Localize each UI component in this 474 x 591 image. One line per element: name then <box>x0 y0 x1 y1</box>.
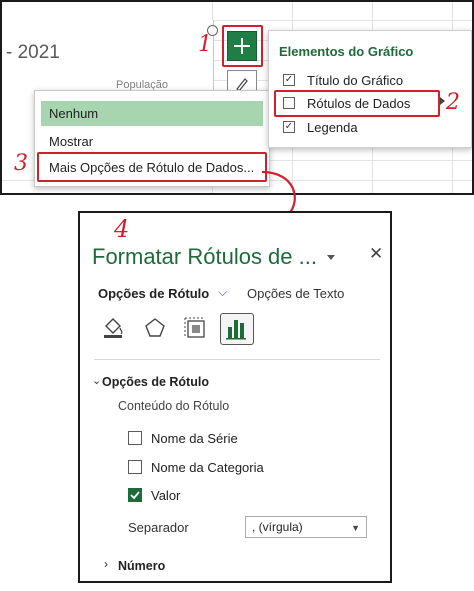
annotation-box-3 <box>37 152 267 182</box>
element-row-legend[interactable]: ✓ Legenda <box>283 118 358 136</box>
separator-dropdown[interactable]: , (vírgula) ▼ <box>245 516 367 538</box>
option-label: Nome da Série <box>151 430 238 446</box>
checkbox-unchecked-icon[interactable] <box>128 431 142 445</box>
checkbox-checked-icon[interactable]: ✓ <box>283 74 295 86</box>
menu-item-none[interactable]: Nenhum <box>41 101 263 126</box>
tab-text-options[interactable]: Opções de Texto <box>247 286 344 301</box>
chevron-down-icon[interactable]: ⌵ <box>218 285 227 300</box>
element-row-chart-title[interactable]: ✓ Título do Gráfico <box>283 71 403 89</box>
label-options-icon[interactable] <box>220 313 254 345</box>
option-series-name[interactable]: Nome da Série <box>128 429 238 447</box>
tab-label-options[interactable]: Opções de Rótulo <box>98 286 209 301</box>
submenu-arrow-icon[interactable] <box>440 97 445 105</box>
element-label: Título do Gráfico <box>307 72 404 88</box>
step-number-3: 3 <box>14 151 28 176</box>
option-label: Nome da Categoria <box>151 459 264 475</box>
step-number-1: 1 <box>198 32 212 57</box>
elements-pane-title: Elementos do Gráfico <box>279 44 414 59</box>
format-pane-screenshot: 4 Formatar Rótulos de ... ✕ Opções de Ró… <box>78 211 392 583</box>
divider <box>94 359 380 360</box>
checkbox-unchecked-icon[interactable] <box>128 460 142 474</box>
pane-title: Formatar Rótulos de ... <box>92 244 317 269</box>
checkbox-checked-icon[interactable]: ✓ <box>283 121 295 133</box>
chart-elements-pane: Elementos do Gráfico ✓ Título do Gráfico… <box>268 30 472 148</box>
section-collapse-icon[interactable]: ⌄ <box>92 374 101 387</box>
content-label: Conteúdo do Rótulo <box>118 399 230 413</box>
annotation-box-2 <box>274 90 440 117</box>
option-value[interactable]: Valor <box>128 486 180 504</box>
step-number-4: 4 <box>114 215 130 243</box>
top-screenshot: - 2021 População 1 Nenhum Mostrar Mais O… <box>0 0 474 195</box>
pane-options-caret-icon[interactable] <box>327 255 335 260</box>
size-properties-icon[interactable] <box>180 313 210 343</box>
chart-title: - 2021 <box>6 42 60 63</box>
chevron-down-icon[interactable]: ▼ <box>351 523 360 533</box>
menu-item-show[interactable]: Mostrar <box>41 129 263 154</box>
section-header-number[interactable]: Número <box>118 559 165 573</box>
fill-line-icon[interactable] <box>98 313 128 343</box>
separator-label: Separador <box>128 520 189 535</box>
separator-value: , (vírgula) <box>252 520 303 534</box>
close-icon[interactable]: ✕ <box>369 244 383 264</box>
effects-icon[interactable] <box>140 313 170 343</box>
checkbox-checked-icon[interactable] <box>128 488 142 502</box>
step-number-2: 2 <box>446 90 460 115</box>
element-label: Legenda <box>307 119 358 135</box>
section-expand-icon[interactable]: › <box>104 557 108 571</box>
option-category-name[interactable]: Nome da Categoria <box>128 458 264 476</box>
annotation-box-1 <box>222 25 263 67</box>
option-label: Valor <box>151 487 181 503</box>
section-header-label-options[interactable]: Opções de Rótulo <box>102 375 209 389</box>
